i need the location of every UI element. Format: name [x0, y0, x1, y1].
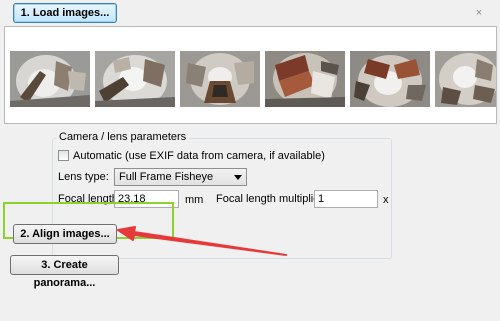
- panorama-window: 1. Load images... × Camera / lens parame…: [0, 0, 500, 321]
- red-arrow-annotation: [117, 226, 287, 256]
